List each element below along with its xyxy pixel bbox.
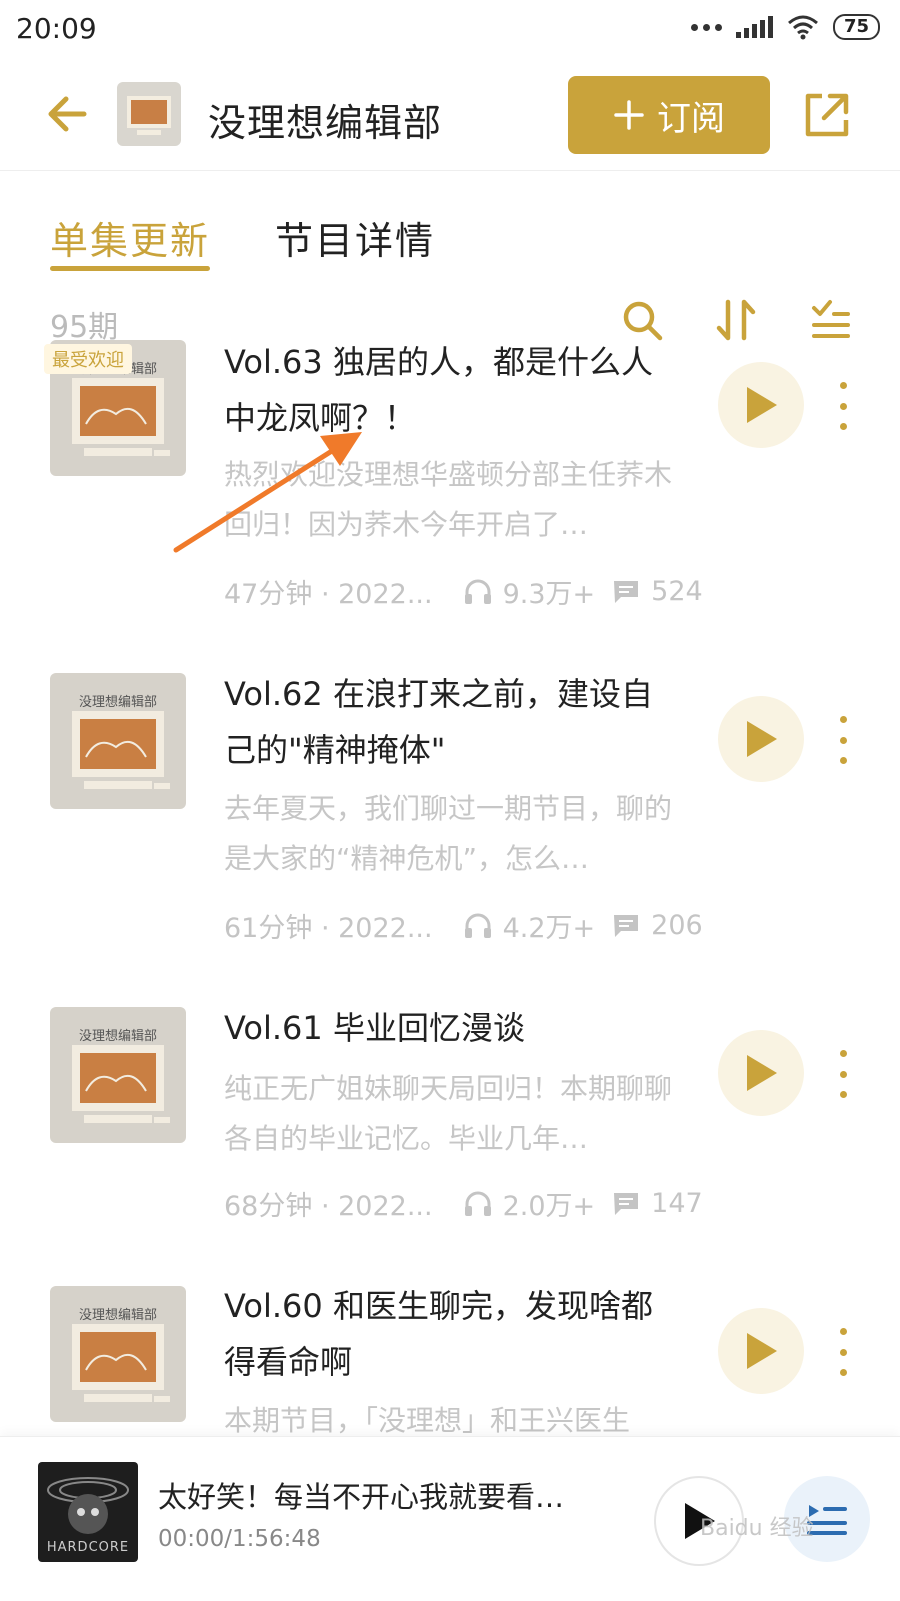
episode-duration-date: 47分钟 · 2022... [224, 579, 433, 610]
share-icon[interactable] [800, 88, 854, 142]
play-button[interactable] [718, 696, 804, 782]
podcast-cover [117, 82, 181, 146]
episode-cover[interactable]: 没理想编辑部 [50, 1286, 186, 1422]
comment-icon [614, 914, 639, 937]
play-icon [747, 1055, 777, 1091]
episode-meta: 68分钟 · 2022... 2.0万+ 147 [224, 1184, 704, 1223]
header-divider [0, 170, 900, 171]
more-dots-icon [690, 23, 722, 31]
episode-description: 去年夏天，我们聊过一期节目，聊的是大家的“精神危机”，怎么… [224, 792, 673, 875]
play-button[interactable] [718, 1030, 804, 1116]
plus-icon [614, 100, 644, 130]
play-button[interactable] [718, 362, 804, 448]
more-options-button[interactable] [833, 716, 853, 764]
comment-icon [614, 1192, 639, 1215]
now-playing-time: 00:00/1:56:48 [158, 1526, 321, 1552]
cover-text: HARDCORE [46, 1540, 130, 1555]
episode-duration-date: 68分钟 · 2022... [224, 1191, 433, 1222]
battery-indicator: 75 [832, 14, 880, 40]
play-icon [747, 721, 777, 757]
episode-title[interactable]: Vol.60 和医生聊完，发现啥都得看命啊 [224, 1278, 674, 1390]
more-options-button[interactable] [833, 1328, 853, 1376]
episode-description: 纯正无广姐妹聊天局回归！本期聊聊各自的毕业记忆。毕业几年… [224, 1072, 673, 1155]
status-time: 20:09 [16, 12, 97, 45]
filter-list-icon[interactable] [806, 296, 854, 344]
episode-title[interactable]: Vol.62 在浪打来之前，建设自己的"精神掩体" [224, 666, 674, 778]
episode-meta: 47分钟 · 2022... 9.3万+ 524 [224, 572, 704, 611]
episode-plays: 4.2万+ [502, 913, 596, 944]
headphones-icon [464, 1191, 491, 1216]
active-tab-indicator [50, 266, 210, 271]
watermark: Baidu 经验 [700, 1516, 814, 1541]
podcast-title: 没理想编辑部 [208, 101, 443, 145]
episode-duration-date: 61分钟 · 2022... [224, 913, 433, 944]
episode-plays: 9.3万+ [502, 579, 596, 610]
episode-title[interactable]: Vol.61 毕业回忆漫谈 [224, 1000, 674, 1056]
play-button[interactable] [718, 1308, 804, 1394]
popular-badge: 最受欢迎 [44, 344, 132, 374]
episode-meta: 61分钟 · 2022... 4.2万+ 206 [224, 906, 704, 945]
episode-title[interactable]: Vol.63 独居的人，都是什么人中龙凤啊？！ [224, 334, 674, 446]
status-icons: 75 [690, 14, 880, 40]
episode-comments: 206 [651, 910, 703, 941]
sort-icon[interactable] [712, 296, 760, 344]
now-playing-cover[interactable]: HARDCORE [38, 1462, 138, 1562]
comment-icon [614, 580, 639, 603]
wifi-icon [787, 15, 818, 40]
now-playing-title[interactable]: 太好笑！每当不开心我就要看… [158, 1474, 564, 1516]
subscribe-button[interactable]: 订阅 [568, 76, 770, 154]
episode-cover[interactable]: 没理想编辑部 [50, 673, 186, 809]
signal-icon [735, 16, 773, 38]
more-options-button[interactable] [833, 382, 853, 430]
episode-description: 热烈欢迎没理想华盛顿分部主任荞木回归！因为荞木今年开启了… [224, 458, 673, 541]
play-icon [747, 1333, 777, 1369]
episode-comments: 147 [651, 1188, 703, 1219]
more-options-button[interactable] [833, 1050, 853, 1098]
episode-comments: 524 [651, 576, 703, 607]
tab-episodes[interactable]: 单集更新 [50, 210, 210, 265]
headphones-icon [464, 579, 491, 604]
episode-cover[interactable]: 没理想编辑部 [50, 1007, 186, 1143]
play-icon [747, 387, 777, 423]
subscribe-label: 订阅 [657, 98, 725, 139]
episode-plays: 2.0万+ [502, 1191, 596, 1222]
tab-details[interactable]: 节目详情 [275, 210, 435, 265]
back-button[interactable] [40, 86, 96, 142]
headphones-icon [464, 913, 491, 938]
